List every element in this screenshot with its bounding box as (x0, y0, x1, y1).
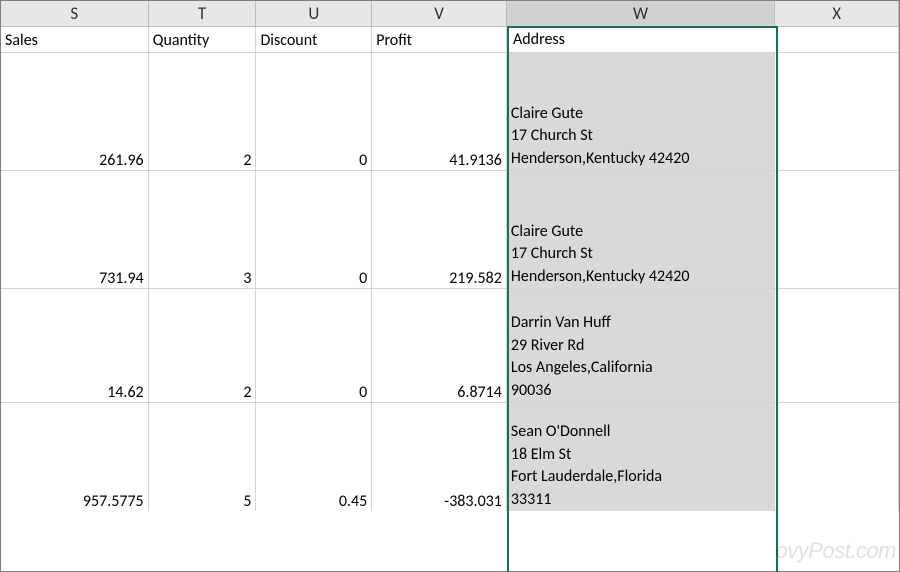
column-headers-row: S T U V W X (1, 1, 899, 27)
cell-discount[interactable]: 0 (256, 289, 372, 402)
cell-address[interactable]: Claire Gute 17 Church St Henderson,Kentu… (507, 171, 775, 288)
spreadsheet-grid[interactable]: S T U V W X Sales Quantity Discount Prof… (1, 1, 899, 571)
cell-profit[interactable]: -383.031 (372, 403, 507, 511)
header-cell-x[interactable] (775, 27, 899, 52)
cell-address[interactable]: Darrin Van Huff 29 River Rd Los Angeles,… (507, 289, 775, 402)
col-header-S[interactable]: S (1, 1, 149, 26)
col-header-W[interactable]: W (507, 1, 775, 26)
data-row: 957.5775 5 0.45 -383.031 Sean O'Donnell … (1, 403, 899, 511)
cell-sales[interactable]: 731.94 (1, 171, 149, 288)
cell-sales[interactable]: 261.96 (1, 53, 149, 170)
cell-quantity[interactable]: 3 (149, 171, 257, 288)
active-cell[interactable]: Address (509, 27, 776, 53)
cell-address[interactable]: Claire Gute 17 Church St Henderson,Kentu… (507, 53, 775, 170)
cell-quantity[interactable]: 2 (149, 53, 257, 170)
data-row: 14.62 2 0 6.8714 Darrin Van Huff 29 Rive… (1, 289, 899, 403)
grid-body: Sales Quantity Discount Profit 261.96 2 … (1, 27, 899, 571)
header-cell-sales[interactable]: Sales (1, 27, 149, 52)
cell-empty[interactable] (775, 403, 899, 511)
cell-quantity[interactable]: 2 (149, 289, 257, 402)
cell-discount[interactable]: 0 (256, 53, 372, 170)
col-header-X[interactable]: X (775, 1, 899, 26)
cell-quantity[interactable]: 5 (149, 403, 257, 511)
cell-profit[interactable]: 41.9136 (372, 53, 507, 170)
header-cell-discount[interactable]: Discount (256, 27, 372, 52)
data-row: 261.96 2 0 41.9136 Claire Gute 17 Church… (1, 53, 899, 171)
cell-profit[interactable]: 219.582 (372, 171, 507, 288)
data-row: 731.94 3 0 219.582 Claire Gute 17 Church… (1, 171, 899, 289)
cell-sales[interactable]: 14.62 (1, 289, 149, 402)
header-cell-profit[interactable]: Profit (372, 27, 507, 52)
cell-sales[interactable]: 957.5775 (1, 403, 149, 511)
col-header-T[interactable]: T (149, 1, 257, 26)
cell-discount[interactable]: 0 (256, 171, 372, 288)
cell-empty[interactable] (775, 171, 899, 288)
cell-address[interactable]: Sean O'Donnell 18 Elm St Fort Lauderdale… (507, 403, 775, 511)
col-header-U[interactable]: U (256, 1, 372, 26)
cell-empty[interactable] (775, 53, 899, 170)
header-cell-quantity[interactable]: Quantity (149, 27, 257, 52)
col-header-V[interactable]: V (372, 1, 507, 26)
cell-empty[interactable] (775, 289, 899, 402)
cell-profit[interactable]: 6.8714 (372, 289, 507, 402)
cell-discount[interactable]: 0.45 (256, 403, 372, 511)
